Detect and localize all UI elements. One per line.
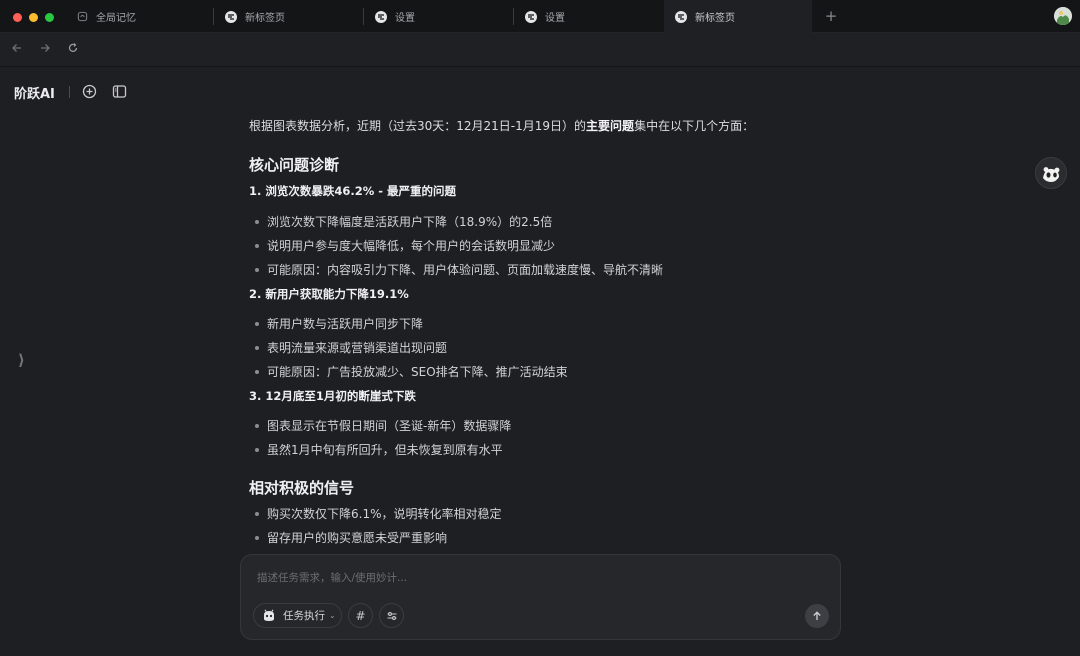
chevron-down-icon: ⌄ xyxy=(329,611,336,620)
sidebar-layout-icon xyxy=(112,85,127,98)
assistant-avatar[interactable] xyxy=(1035,157,1067,189)
list-item: 留存用户的购买意愿未受严重影响 xyxy=(254,531,448,545)
back-button[interactable] xyxy=(9,42,25,58)
tab-label: 全局记忆 xyxy=(96,13,136,24)
section-heading-positive-signals: 相对积极的信号 xyxy=(249,479,355,497)
list-item: 虽然1月中旬有所回升，但未恢复到原有水平 xyxy=(255,443,503,457)
tab-settings-1[interactable]: 设置 xyxy=(364,0,512,33)
list-item: 可能原因：内容吸引力下降、用户体验问题、页面加载速度慢、导航不清晰 xyxy=(254,263,664,277)
tab-label: 新标签页 xyxy=(245,13,285,24)
tab-label: 设置 xyxy=(395,13,415,24)
brand-logo-icon xyxy=(225,10,237,23)
memory-icon xyxy=(76,11,88,23)
tab-label: 新标签页 xyxy=(695,13,735,24)
zoom-window-button[interactable] xyxy=(45,13,54,22)
sidebar-expand-toggle[interactable]: ⟩ xyxy=(18,351,25,369)
minimize-window-button[interactable] xyxy=(29,13,38,22)
task-mode-dropdown[interactable]: 任务执行 ⌄ xyxy=(253,603,342,628)
list-item: 可能原因：广告投放减少、SEO排名下降、推广活动结束 xyxy=(255,365,568,379)
new-chat-icon xyxy=(82,84,97,99)
forward-button[interactable] xyxy=(37,42,53,58)
header-divider xyxy=(69,86,70,98)
brand-logo-icon xyxy=(525,10,537,23)
sidebar-layout-button[interactable] xyxy=(112,84,127,99)
task-input[interactable] xyxy=(257,569,817,587)
hashtag-icon: # xyxy=(355,608,366,623)
brand-logo-icon xyxy=(375,10,387,23)
window-controls xyxy=(13,13,54,22)
new-chat-button[interactable] xyxy=(82,84,97,99)
list-item: 浏览次数下降幅度是活跃用户下降（18.9%）的2.5倍 xyxy=(254,215,553,229)
new-tab-button[interactable]: + xyxy=(823,7,839,25)
list-item: 新用户数与活跃用户同步下降 xyxy=(254,317,424,331)
hashtag-button[interactable]: # xyxy=(348,603,373,628)
brand-logo-icon xyxy=(675,10,687,23)
intro-emphasis: 主要问题 xyxy=(586,119,635,133)
message-intro: 根据图表数据分析，近期（过去30天：12月21日-1月19日）的主要问题集中在以… xyxy=(249,119,755,133)
arrow-left-icon xyxy=(12,44,21,52)
close-window-button[interactable] xyxy=(13,13,22,22)
task-mode-label: 任务执行 xyxy=(283,610,325,622)
sliders-icon xyxy=(387,611,396,620)
reload-button[interactable] xyxy=(65,42,81,58)
issue-title-2: 2. 新用户获取能力下降19.1% xyxy=(249,287,409,301)
message-composer: 任务执行 ⌄ # xyxy=(240,554,841,640)
list-item: 表明流量来源或营销渠道出现问题 xyxy=(254,341,448,355)
panda-avatar-icon xyxy=(1043,167,1060,182)
list-item: 图表显示在节假日期间（圣诞-新年）数据骤降 xyxy=(254,419,512,433)
send-button[interactable] xyxy=(805,604,829,628)
tab-label: 设置 xyxy=(545,13,565,24)
issue-title-3: 3. 12月底至1月初的断崖式下跌 xyxy=(249,389,416,403)
section-heading-core-issues: 核心问题诊断 xyxy=(249,156,340,174)
app-logo: 阶跃AI xyxy=(14,87,55,102)
browser-tab-bar: 全局记忆 新标签页 设置 设置 新标签页 + xyxy=(0,0,1080,33)
settings-sliders-button[interactable] xyxy=(379,603,404,628)
list-item: 说明用户参与度大幅降低，每个用户的会话数明显减少 xyxy=(254,239,556,253)
arrow-right-icon xyxy=(41,44,50,52)
tab-new-tab-1[interactable]: 新标签页 xyxy=(214,0,362,33)
reload-icon xyxy=(68,43,78,52)
issue-title-1: 1. 浏览次数暴跌46.2% - 最严重的问题 xyxy=(249,184,457,198)
arrow-up-icon xyxy=(813,611,821,620)
robot-icon xyxy=(264,609,274,621)
list-item: 购买次数仅下降6.1%，说明转化率相对稳定 xyxy=(255,507,502,521)
tab-new-tab-active[interactable]: 新标签页 xyxy=(664,0,812,33)
profile-avatar[interactable] xyxy=(1054,7,1072,25)
tab-global-memory[interactable]: 全局记忆 xyxy=(65,0,213,33)
browser-nav-bar xyxy=(0,33,1080,67)
tab-settings-2[interactable]: 设置 xyxy=(514,0,662,33)
